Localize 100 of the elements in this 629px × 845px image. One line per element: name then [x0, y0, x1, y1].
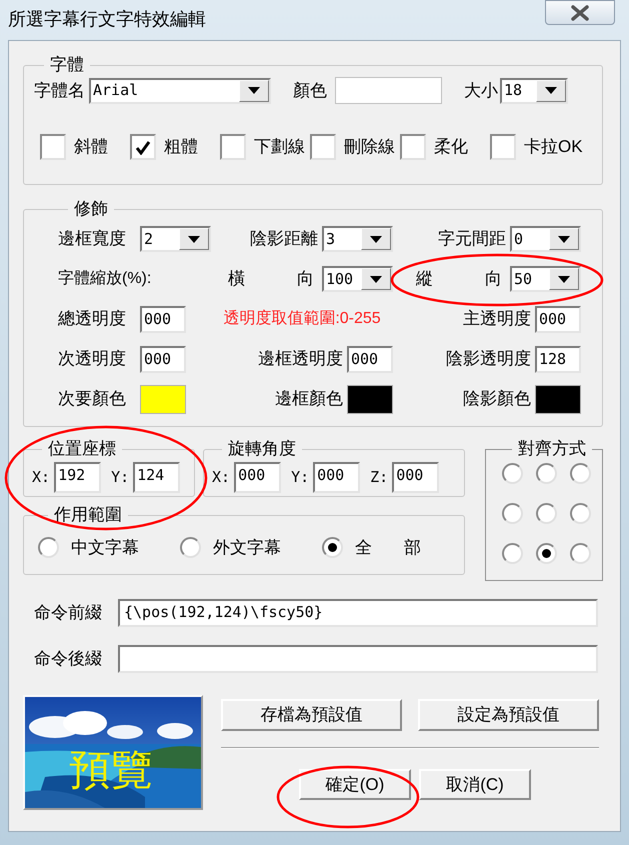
radio-button[interactable]: [536, 543, 557, 564]
radio-button[interactable]: [322, 537, 343, 558]
push-button[interactable]: 確定(O): [299, 769, 411, 800]
checkbox-label: 刪除線: [344, 136, 395, 158]
input-field[interactable]: 000: [140, 346, 186, 372]
radio-label: 外文字幕: [213, 537, 281, 559]
dropdown[interactable]: 50: [510, 266, 581, 292]
input-field[interactable]: 000: [140, 306, 186, 332]
dropdown-button[interactable]: [536, 80, 566, 102]
color-swatch[interactable]: [140, 384, 186, 414]
color-swatch[interactable]: [347, 384, 393, 414]
input-field[interactable]: 000: [234, 462, 282, 493]
field-label: 橫 向: [228, 268, 314, 290]
field-label: 邊框透明度: [258, 348, 343, 370]
input-field[interactable]: 000: [392, 462, 440, 493]
field-label: 次透明度: [58, 348, 127, 370]
field-label: 主透明度: [463, 308, 531, 330]
window-title: 所選字幕行文字特效編輯: [8, 8, 206, 31]
radio-button[interactable]: [38, 537, 59, 558]
close-icon: [571, 4, 589, 20]
dropdown[interactable]: 3: [322, 226, 393, 252]
caret-icon: [558, 236, 570, 242]
checkbox-label: 粗體: [164, 136, 198, 158]
group-title: 字體: [49, 55, 85, 75]
dropdown[interactable]: 100: [322, 266, 393, 292]
checkbox-label: 下劃線: [254, 136, 305, 158]
dropdown[interactable]: 18: [500, 78, 568, 104]
checkbox[interactable]: [490, 134, 516, 160]
check-icon: [135, 140, 151, 154]
push-button[interactable]: 取消(C): [419, 769, 531, 800]
field-label: Y:: [291, 467, 310, 488]
field-label: 縱 向: [416, 268, 502, 290]
dropdown-button[interactable]: [549, 268, 579, 290]
field-label: 字體縮放(%):: [58, 268, 152, 289]
radio-button[interactable]: [536, 463, 557, 484]
field-label: Z:: [370, 467, 388, 488]
input-field[interactable]: {\pos(192,124)\fscy50}: [118, 599, 598, 627]
push-button[interactable]: 設定為預設值: [418, 699, 599, 731]
dropdown-button[interactable]: [361, 268, 391, 290]
checkbox[interactable]: [130, 134, 156, 160]
field-label: 顏色: [293, 80, 327, 102]
group-title: 對齊方式: [517, 439, 587, 459]
radio-button[interactable]: [502, 503, 523, 524]
radio-label: 全 部: [355, 537, 421, 559]
radio-button[interactable]: [570, 543, 591, 564]
checkbox[interactable]: [400, 134, 426, 160]
group-title: 作用範圍: [53, 505, 123, 525]
dropdown-button[interactable]: [239, 80, 269, 102]
checkbox[interactable]: [220, 134, 246, 160]
field-label: 邊框顏色: [275, 388, 343, 410]
field-label: 字體名: [34, 80, 85, 102]
color-swatch[interactable]: [535, 384, 581, 414]
input-field[interactable]: [118, 645, 598, 673]
hint-text: 透明度取值範圍:0-255: [223, 308, 381, 329]
field-label: X:: [32, 467, 50, 488]
field-label: 命令後綴: [34, 648, 103, 670]
caret-icon: [248, 87, 260, 94]
input-field[interactable]: 000: [313, 462, 360, 493]
caret-icon: [370, 276, 382, 282]
input-field[interactable]: 192: [54, 462, 102, 493]
checkbox-label: 柔化: [434, 136, 468, 158]
input-field[interactable]: 128: [535, 346, 581, 372]
dropdown[interactable]: Arial: [89, 78, 271, 104]
group-title: 修飾: [73, 199, 109, 219]
checkbox-label: 斜體: [74, 136, 108, 158]
field-label: 邊框寬度: [58, 228, 127, 250]
dropdown-button[interactable]: [549, 228, 579, 250]
input-field[interactable]: 124: [133, 462, 180, 493]
field-label: 命令前綴: [34, 602, 103, 624]
field-label: 總透明度: [58, 308, 127, 330]
input-field[interactable]: 000: [347, 346, 393, 372]
radio-button[interactable]: [570, 503, 591, 524]
field-label: 陰影顏色: [463, 388, 531, 410]
caret-icon: [188, 236, 200, 242]
input-field[interactable]: 000: [535, 306, 581, 332]
checkbox[interactable]: [40, 134, 66, 160]
radio-button[interactable]: [502, 463, 523, 484]
radio-button[interactable]: [502, 543, 523, 564]
radio-button[interactable]: [570, 463, 591, 484]
field-label: 陰影透明度: [446, 348, 531, 370]
color-field[interactable]: [335, 77, 442, 104]
push-button[interactable]: 存檔為預設值: [221, 699, 402, 731]
field-label: 陰影距離: [250, 228, 318, 250]
dropdown-button[interactable]: [361, 228, 391, 250]
preview-text: 預覽: [69, 747, 153, 793]
caret-icon: [545, 87, 557, 94]
dropdown[interactable]: 2: [140, 226, 211, 252]
radio-label: 中文字幕: [71, 537, 139, 559]
field-label: X:: [212, 467, 230, 488]
radio-button[interactable]: [536, 503, 557, 524]
checkbox[interactable]: [310, 134, 336, 160]
close-button[interactable]: [545, 0, 615, 25]
field-label: 大小: [464, 80, 498, 102]
caret-icon: [558, 276, 570, 282]
caret-icon: [370, 236, 382, 242]
dropdown[interactable]: 0: [510, 226, 581, 252]
group-title: 位置座標: [47, 439, 117, 459]
radio-button[interactable]: [180, 537, 201, 558]
checkbox-label: 卡拉OK: [524, 136, 583, 158]
dropdown-button[interactable]: [179, 228, 209, 250]
